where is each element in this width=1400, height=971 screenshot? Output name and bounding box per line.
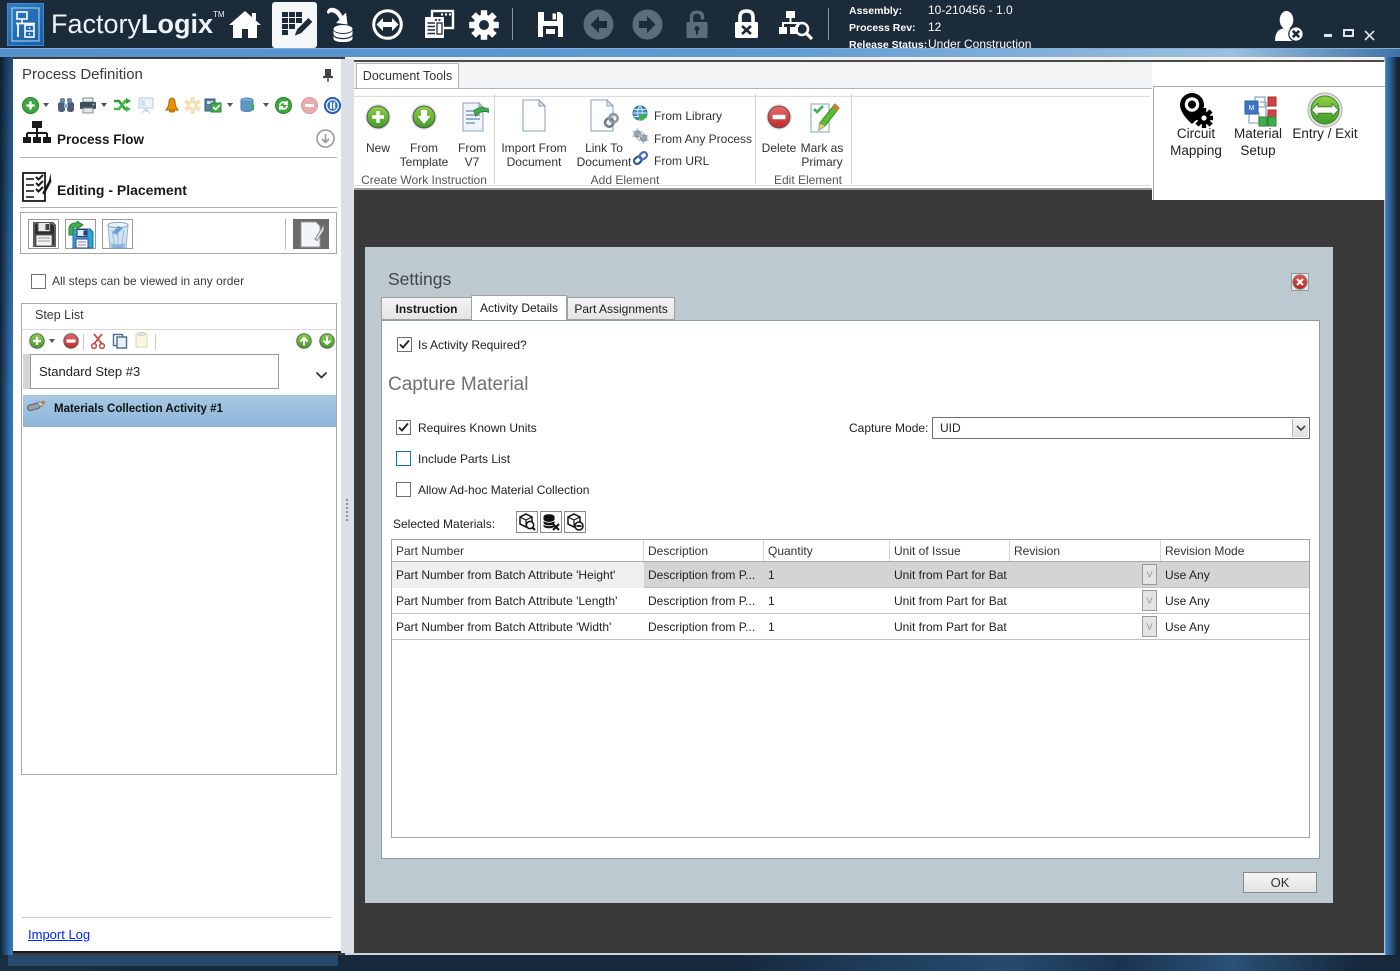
svg-text:M: M bbox=[1249, 105, 1255, 112]
